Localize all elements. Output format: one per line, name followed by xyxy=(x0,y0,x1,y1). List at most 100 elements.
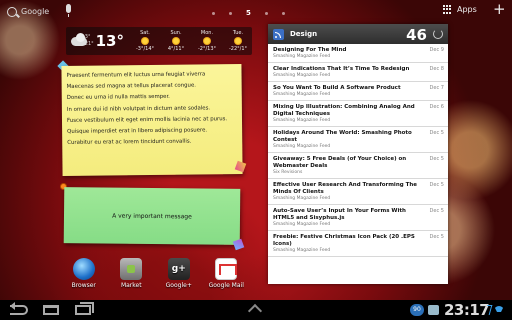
forecast-day-label: Sat. xyxy=(140,30,150,36)
page-dot xyxy=(264,11,268,15)
sun-icon xyxy=(141,37,149,45)
current-temperature: 13° xyxy=(95,32,124,50)
cloud-sun-icon xyxy=(70,31,87,51)
feed-item-date: Dec 5 xyxy=(429,130,444,136)
microphone-icon[interactable] xyxy=(66,4,71,17)
feed-title: Design xyxy=(290,30,318,38)
refresh-icon[interactable] xyxy=(433,29,443,39)
forecast-range: -22°/1° xyxy=(228,46,248,52)
feed-item-title: Effective User Research And Transforming… xyxy=(273,182,417,195)
feed-item-title: Auto-Save User’s Input In Your Forms Wit… xyxy=(273,208,406,221)
forecast-day: Tue. -22°/1° xyxy=(224,30,252,52)
forecast-day-label: Mon. xyxy=(200,30,214,36)
sun-icon xyxy=(203,37,211,45)
feed-item-source: Six Revisions xyxy=(273,170,303,175)
feed-item-date: Dec 5 xyxy=(429,182,444,188)
apps-label: Apps xyxy=(457,5,477,14)
gmail-icon xyxy=(215,258,238,280)
feed-item[interactable]: Freebie: Festive Christmas Icon Pack (20… xyxy=(268,231,448,257)
note-line: Donec eu urna id nulla mattis semper. xyxy=(66,94,170,102)
apps-grid-icon xyxy=(443,5,453,14)
feed-item-date: Dec 5 xyxy=(429,208,444,214)
back-icon[interactable] xyxy=(10,302,28,315)
feed-item-title: Designing For The Mind xyxy=(273,47,347,53)
feed-item-title: Mixing Up Illustration: Combining Analog… xyxy=(273,104,415,117)
recent-apps-icon[interactable] xyxy=(75,302,94,315)
note-resize-handle-icon[interactable] xyxy=(232,238,245,251)
feed-item[interactable]: Auto-Save User’s Input In Your Forms Wit… xyxy=(268,205,448,231)
feed-item-source: Smashing Magazine Feed xyxy=(273,222,331,227)
sun-icon xyxy=(234,37,242,45)
apps-button[interactable]: Apps xyxy=(443,5,477,14)
sticky-note-green[interactable]: A very important message xyxy=(63,187,241,245)
unread-count: 46 xyxy=(406,26,427,44)
forecast-range: -2°/13° xyxy=(197,46,217,52)
feed-item[interactable]: Giveaway: 5 Free Deals (of Your Choice) … xyxy=(268,153,448,179)
feed-item[interactable]: Designing For The Mind Smashing Magazine… xyxy=(268,44,448,63)
notification-icon[interactable] xyxy=(428,305,439,315)
page-dot xyxy=(281,11,285,15)
gmail-shortcut[interactable]: Google Mail xyxy=(203,258,251,300)
feed-item-date: Dec 8 xyxy=(429,66,444,72)
shortcut-label: Market xyxy=(120,282,142,289)
feed-item-title: Freebie: Festive Christmas Icon Pack (20… xyxy=(273,234,415,247)
feed-item-date: Dec 5 xyxy=(429,234,444,240)
shortcut-label: Browser xyxy=(71,282,96,289)
forecast-list: Sat. -3°/14° Sun. 4°/11° Mon. -2°/13° Tu… xyxy=(131,30,252,52)
feed-item-date: Dec 6 xyxy=(429,104,444,110)
feed-widget: Design 46 Designing For The Mind Smashin… xyxy=(268,24,448,284)
current-page-number: 5 xyxy=(246,9,251,17)
notification-badge[interactable]: 90 xyxy=(410,304,424,316)
clock[interactable]: 23:17 xyxy=(444,301,490,319)
feed-item[interactable]: Clear Indications That It’s Time To Rede… xyxy=(268,63,448,82)
home-icon[interactable] xyxy=(43,305,59,315)
feed-item-source: Smashing Magazine Feed xyxy=(273,92,331,97)
rss-icon xyxy=(273,28,284,40)
market-icon xyxy=(120,258,143,280)
note-message: A very important message xyxy=(112,212,192,220)
shortcut-label: Google Mail xyxy=(208,282,244,289)
page-indicator: 5 xyxy=(212,9,285,17)
forecast-day-label: Sun. xyxy=(170,30,182,36)
feed-item[interactable]: Effective User Research And Transforming… xyxy=(268,179,448,205)
google-plus-shortcut[interactable]: g+ Google+ xyxy=(155,258,203,300)
sun-icon xyxy=(172,37,180,45)
feed-item-source: Smashing Magazine Feed xyxy=(273,118,331,123)
search-icon xyxy=(7,6,17,17)
browser-icon xyxy=(72,258,95,280)
weather-widget[interactable]: -3° -21° 13° Sat. -3°/14° Sun. 4°/11° Mo… xyxy=(66,27,252,55)
forecast-range: -3°/14° xyxy=(135,46,155,52)
feed-item[interactable]: Mixing Up Illustration: Combining Analog… xyxy=(268,101,448,127)
forecast-day: Mon. -2°/13° xyxy=(193,30,221,52)
note-line: Quisque imperdiet erat in libero adipisc… xyxy=(67,127,208,135)
wifi-icon xyxy=(494,306,504,315)
feed-header: Design 46 xyxy=(268,24,448,44)
feed-list: Designing For The Mind Smashing Magazine… xyxy=(268,44,448,284)
browser-shortcut[interactable]: Browser xyxy=(60,258,108,300)
feed-item-title: Giveaway: 5 Free Deals (of Your Choice) … xyxy=(273,156,407,169)
market-shortcut[interactable]: Market xyxy=(108,258,156,300)
feed-item-source: Smashing Magazine Feed xyxy=(273,248,331,253)
shortcut-label: Google+ xyxy=(165,282,192,289)
add-widget-button[interactable]: + xyxy=(493,2,506,17)
feed-item-title: Holidays Around The World: Smashing Phot… xyxy=(273,130,412,143)
feed-item-date: Dec 9 xyxy=(429,47,444,53)
system-bar: 90 23:17 xyxy=(0,300,512,320)
feed-item-source: Smashing Magazine Feed xyxy=(273,144,331,149)
feed-item-source: Smashing Magazine Feed xyxy=(273,54,331,59)
bluetooth-icon xyxy=(484,305,493,315)
top-bar: Google 5 Apps + xyxy=(0,0,512,24)
feed-item-title: So You Want To Build A Software Product xyxy=(273,85,401,91)
chevron-up-icon[interactable] xyxy=(247,303,263,319)
forecast-range: 4°/11° xyxy=(167,46,185,52)
feed-item-title: Clear Indications That It’s Time To Rede… xyxy=(273,66,410,72)
page-dot xyxy=(229,11,232,15)
sticky-note-yellow[interactable]: Praesent fermentum elit luctus urna feug… xyxy=(61,64,243,176)
feed-item-source: Smashing Magazine Feed xyxy=(273,73,331,78)
note-line: Maecenas sed magna at tellus placerat co… xyxy=(66,82,197,91)
feed-item[interactable]: So You Want To Build A Software Product … xyxy=(268,82,448,101)
feed-item[interactable]: Holidays Around The World: Smashing Phot… xyxy=(268,127,448,153)
feed-item-date: Dec 5 xyxy=(429,156,444,162)
forecast-day: Sat. -3°/14° xyxy=(131,30,159,52)
search-label: Google xyxy=(21,7,50,16)
